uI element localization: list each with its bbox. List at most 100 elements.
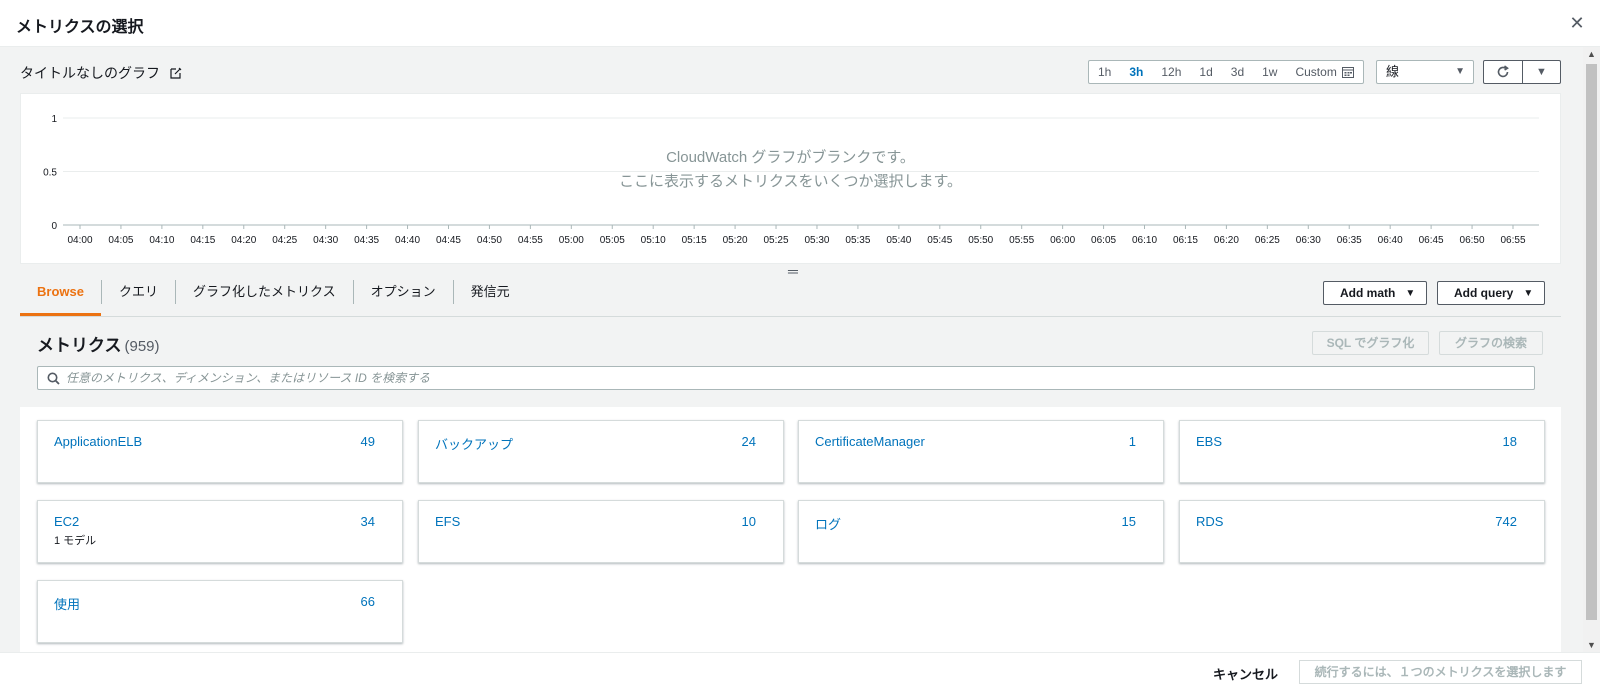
- namespace-name[interactable]: RDS: [1196, 514, 1223, 529]
- y-tick-label: 1: [51, 114, 57, 125]
- time-range-12h[interactable]: 12h: [1152, 61, 1190, 83]
- refresh-options-button[interactable]: ▼: [1521, 61, 1560, 83]
- metrics-search-input[interactable]: [66, 367, 1526, 389]
- namespace-card[interactable]: EC2 34 1 モデル: [37, 500, 403, 563]
- metrics-heading: メトリクス (959): [37, 331, 160, 356]
- x-tick-label: 05:55: [1009, 235, 1034, 246]
- x-tick-label: 06:55: [1500, 235, 1525, 246]
- x-tick-label: 06:35: [1337, 235, 1362, 246]
- refresh-group: ▼: [1483, 60, 1561, 84]
- namespace-name[interactable]: バックアップ: [435, 434, 513, 453]
- vertical-scrollbar[interactable]: ▲ ▼: [1583, 47, 1600, 652]
- x-tick-label: 04:15: [190, 235, 215, 246]
- scroll-down-icon[interactable]: ▼: [1587, 640, 1596, 650]
- time-range-3d[interactable]: 3d: [1222, 61, 1253, 83]
- add-query-button[interactable]: Add query ▼: [1437, 281, 1545, 305]
- graph-with-sql-button[interactable]: SQL でグラフ化: [1312, 331, 1429, 355]
- x-tick-label: 05:00: [559, 235, 584, 246]
- tab-source[interactable]: 発信元: [454, 276, 527, 316]
- tab-options[interactable]: オプション: [354, 276, 453, 316]
- time-range-3h[interactable]: 3h: [1120, 61, 1152, 83]
- tab-browse[interactable]: Browse: [20, 276, 101, 316]
- x-tick-label: 06:15: [1173, 235, 1198, 246]
- graph-search-button[interactable]: グラフの検索: [1439, 331, 1543, 355]
- x-tick-label: 04:00: [67, 235, 92, 246]
- namespace-cards-area: ApplicationELB 49 バックアップ 24 CertificateM…: [20, 407, 1561, 652]
- continue-button[interactable]: 続行するには、１つのメトリクスを選択します: [1299, 660, 1582, 684]
- namespace-name[interactable]: EBS: [1196, 434, 1222, 449]
- time-range-custom[interactable]: Custom: [1286, 61, 1362, 83]
- x-tick-label: 04:50: [477, 235, 502, 246]
- namespace-name[interactable]: ログ: [815, 514, 841, 533]
- calendar-icon: [1341, 67, 1354, 78]
- x-tick-label: 05:40: [886, 235, 911, 246]
- time-range-selector: 1h 3h 12h 1d 3d 1w Custom: [1088, 60, 1364, 84]
- tab-bar: Browse クエリ グラフ化したメトリクス オプション 発信元: [20, 276, 527, 316]
- time-range-1w[interactable]: 1w: [1253, 61, 1286, 83]
- add-math-button[interactable]: Add math ▼: [1323, 281, 1427, 305]
- x-tick-label: 06:05: [1091, 235, 1116, 246]
- namespace-card[interactable]: 使用 66: [37, 580, 403, 643]
- x-tick-label: 05:45: [927, 235, 952, 246]
- namespace-count: 49: [360, 434, 375, 449]
- namespace-card[interactable]: バックアップ 24: [418, 420, 784, 483]
- namespace-name[interactable]: CertificateManager: [815, 434, 925, 449]
- caret-down-icon: ▼: [1536, 66, 1547, 78]
- namespace-count: 1: [1128, 434, 1136, 449]
- namespace-name[interactable]: EC2: [54, 514, 79, 529]
- namespace-card[interactable]: EBS 18: [1179, 420, 1545, 483]
- cancel-button[interactable]: キャンセル: [1213, 664, 1278, 683]
- chart-panel: 0 0.5 1 04:00 04:05 04:10 04:15 04:20 04:25 04:30…: [20, 93, 1561, 264]
- graph-title[interactable]: タイトルなしのグラフ: [20, 63, 182, 83]
- x-tick-label: 05:20: [723, 235, 748, 246]
- empty-message-line2: ここに表示するメトリクスをいくつか選択します。: [618, 173, 963, 190]
- tab-query[interactable]: クエリ: [102, 276, 175, 316]
- scroll-up-icon[interactable]: ▲: [1587, 49, 1596, 59]
- x-tick-label: 06:30: [1296, 235, 1321, 246]
- caret-down-icon: ▼: [1405, 287, 1416, 299]
- namespace-card[interactable]: RDS 742: [1179, 500, 1545, 563]
- namespace-count: 66: [360, 594, 375, 609]
- chart-type-select[interactable]: 線 ▼: [1376, 60, 1474, 84]
- search-icon: [47, 372, 60, 385]
- namespace-count: 18: [1502, 434, 1517, 449]
- empty-message-line1: CloudWatch グラフがブランクです。: [666, 149, 915, 166]
- x-tick-label: 06:40: [1378, 235, 1403, 246]
- x-tick-label: 04:25: [272, 235, 297, 246]
- edit-icon[interactable]: [170, 67, 182, 79]
- close-icon[interactable]: ✕: [1568, 14, 1586, 32]
- namespace-name[interactable]: 使用: [54, 594, 80, 613]
- namespace-name[interactable]: ApplicationELB: [54, 434, 142, 449]
- x-tick-label: 06:45: [1419, 235, 1444, 246]
- custom-label: Custom: [1295, 65, 1337, 79]
- time-range-1d[interactable]: 1d: [1190, 61, 1221, 83]
- resize-handle-icon[interactable]: ═: [788, 263, 798, 279]
- x-tick-label: 04:10: [149, 235, 174, 246]
- time-range-1h[interactable]: 1h: [1089, 61, 1120, 83]
- x-tick-label: 05:10: [641, 235, 666, 246]
- scrollbar-thumb[interactable]: [1586, 64, 1597, 620]
- x-tick-label: 05:25: [764, 235, 789, 246]
- metrics-title: メトリクス: [37, 336, 122, 355]
- metrics-panel: メトリクス (959) SQL でグラフ化 グラフの検索: [20, 317, 1561, 407]
- x-tick-label: 04:20: [231, 235, 256, 246]
- x-tick-label: 04:45: [436, 235, 461, 246]
- namespace-card[interactable]: ログ 15: [798, 500, 1164, 563]
- namespace-count: 24: [741, 434, 756, 449]
- refresh-button[interactable]: [1484, 61, 1522, 83]
- namespace-count: 34: [360, 514, 375, 529]
- namespace-card[interactable]: ApplicationELB 49: [37, 420, 403, 483]
- x-tick-label: 05:50: [968, 235, 993, 246]
- namespace-name[interactable]: EFS: [435, 514, 460, 529]
- x-tick-label: 05:35: [845, 235, 870, 246]
- caret-down-icon: ▼: [1455, 66, 1465, 77]
- namespace-card[interactable]: EFS 10: [418, 500, 784, 563]
- modal-title: メトリクスの選択: [16, 19, 144, 36]
- tab-graphed-metrics[interactable]: グラフ化したメトリクス: [176, 276, 353, 316]
- add-query-label: Add query: [1454, 286, 1514, 300]
- x-tick-label: 06:00: [1050, 235, 1075, 246]
- x-tick-label: 05:05: [600, 235, 625, 246]
- x-tick-label: 05:30: [804, 235, 829, 246]
- modal-footer: キャンセル 続行するには、１つのメトリクスを選択します: [0, 652, 1600, 692]
- namespace-card[interactable]: CertificateManager 1: [798, 420, 1164, 483]
